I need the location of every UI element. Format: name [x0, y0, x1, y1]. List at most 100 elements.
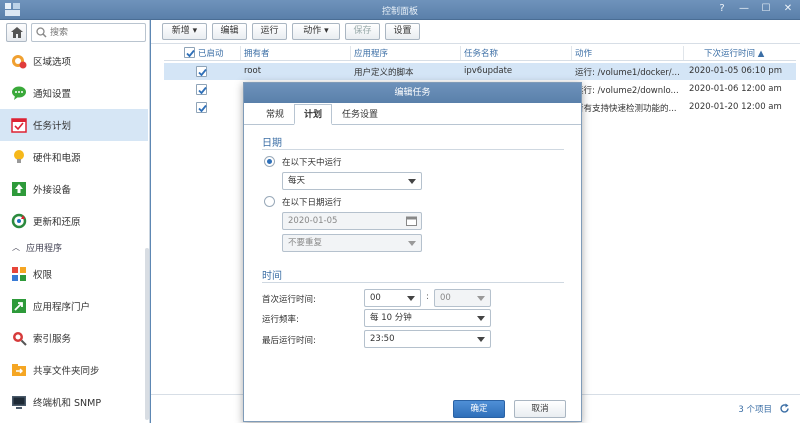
sidebar-item-label: 硬件和电源 — [33, 153, 81, 164]
run-button[interactable]: 运行 — [252, 23, 287, 40]
item-count: 3 个项目 — [738, 405, 772, 415]
chevron-down-icon — [408, 179, 416, 184]
frequency-select[interactable]: 每 10 分钟 — [364, 309, 491, 327]
calendar-check-icon — [11, 117, 27, 133]
sidebar-item-label: 应用程序门户 — [33, 302, 91, 313]
sidebar-item-label: 更新和还原 — [33, 217, 81, 228]
tab-task-settings[interactable]: 任务设置 — [332, 104, 388, 125]
row-application: 用户定义的脚本 — [354, 68, 414, 78]
row-enabled-checkbox[interactable] — [196, 84, 207, 95]
minimize-button[interactable]: — — [738, 3, 750, 14]
search-icon — [36, 27, 47, 38]
row-enabled-checkbox[interactable] — [196, 66, 207, 77]
maximize-button[interactable]: ☐ — [760, 3, 772, 14]
help-button[interactable]: ? — [716, 3, 728, 14]
col-enabled[interactable]: 已启动 — [198, 47, 224, 59]
radio-run-on-days-label: 在以下天中运行 — [282, 158, 342, 168]
sidebar-item-shared-folder-sync[interactable]: 共享文件夹同步 — [0, 354, 148, 386]
radio-run-on-date[interactable] — [264, 196, 275, 207]
search-input[interactable] — [50, 26, 140, 40]
chat-bubble-icon — [11, 85, 27, 101]
sidebar-scrollbar[interactable] — [145, 248, 149, 420]
row-next-run: 2020-01-06 12:00 am — [689, 84, 782, 94]
sidebar-item-label: 权限 — [33, 270, 53, 281]
sidebar-item-label: 通知设置 — [33, 89, 72, 100]
radio-run-on-date-label: 在以下日期运行 — [282, 198, 342, 208]
terminal-icon — [11, 394, 27, 410]
sidebar-item-terminal-snmp[interactable]: 终端机和 SNMP — [0, 386, 148, 418]
ok-button[interactable]: 确定 — [453, 400, 505, 418]
row-action: 运行: /volume1/docker/... — [575, 68, 680, 78]
save-button[interactable]: 保存 — [345, 23, 380, 40]
row-action: 所有支持快速检测功能的... — [575, 104, 677, 114]
days-select[interactable]: 每天 — [282, 172, 422, 190]
dialog-title: 编辑任务 — [244, 83, 581, 103]
settings-button[interactable]: 设置 — [385, 23, 420, 40]
first-run-hour-select[interactable]: 00 — [364, 289, 421, 307]
row-action: 运行: /volume2/downlo... — [575, 86, 679, 96]
home-button[interactable] — [6, 23, 27, 42]
sidebar-item-hardware-power[interactable]: 硬件和电源 — [0, 141, 148, 173]
globe-clock-icon — [11, 53, 27, 69]
date-input[interactable]: 2020-01-05 — [282, 212, 422, 230]
first-run-label: 首次运行时间: — [262, 295, 316, 305]
row-owner: root — [244, 66, 262, 76]
tab-general[interactable]: 常规 — [256, 104, 294, 125]
col-task-name[interactable]: 任务名称 — [464, 47, 498, 59]
last-run-select[interactable]: 23:50 — [364, 330, 491, 348]
first-run-minute-select[interactable]: 00 — [434, 289, 491, 307]
row-enabled-checkbox[interactable] — [196, 102, 207, 113]
sidebar-item-indexing[interactable]: 索引服务 — [0, 322, 148, 354]
sidebar-item-update-restore[interactable]: 更新和还原 — [0, 205, 148, 237]
refresh-icon[interactable] — [779, 403, 790, 414]
col-action[interactable]: 动作 — [575, 47, 592, 59]
repeat-select[interactable]: 不要重复 — [282, 234, 422, 252]
sidebar-item-notifications[interactable]: 通知设置 — [0, 77, 148, 109]
calendar-icon[interactable] — [406, 216, 417, 226]
magnifier-icon — [11, 330, 27, 346]
portal-arrow-icon — [11, 298, 27, 314]
table-row[interactable]: root 用户定义的脚本 ipv6update 运行: /volume1/doc… — [164, 63, 796, 80]
grid-header: 已启动 拥有者 应用程序 任务名称 动作 下次运行时间 ▲ — [164, 45, 796, 61]
select-all-checkbox[interactable] — [184, 47, 195, 58]
sidebar-item-label: 终端机和 SNMP — [33, 398, 102, 409]
sidebar-item-app-portal[interactable]: 应用程序门户 — [0, 290, 148, 322]
create-button[interactable]: 新增 ▾ — [162, 23, 207, 40]
sidebar-item-label: 外接设备 — [33, 185, 72, 196]
chevron-down-icon — [477, 316, 485, 321]
blocks-icon — [11, 266, 27, 282]
upload-arrow-icon — [11, 181, 27, 197]
close-button[interactable]: ✕ — [782, 3, 794, 14]
lightbulb-icon — [11, 149, 27, 165]
row-next-run: 2020-01-20 12:00 am — [689, 102, 782, 112]
row-next-run: 2020-01-05 06:10 pm — [689, 66, 782, 76]
toolbar: 新增 ▾ 编辑 运行 动作 ▾ 保存 设置 — [151, 20, 800, 44]
cancel-button[interactable]: 取消 — [514, 400, 566, 418]
row-task-name: ipv6update — [464, 66, 513, 76]
sidebar: 区域选项 通知设置 任务计划 硬件和电源 外接设备 — [0, 20, 150, 423]
home-icon — [11, 27, 23, 38]
edit-button[interactable]: 编辑 — [212, 23, 247, 40]
sidebar-item-privileges[interactable]: 权限 — [0, 258, 148, 290]
col-next-run[interactable]: 下次运行时间 ▲ — [704, 47, 764, 59]
sidebar-item-task-scheduler[interactable]: 任务计划 — [0, 109, 148, 141]
col-owner[interactable]: 拥有者 — [244, 47, 270, 59]
col-application[interactable]: 应用程序 — [354, 47, 388, 59]
date-section-title: 日期 — [262, 138, 282, 149]
sidebar-item-regional[interactable]: 区域选项 — [0, 45, 148, 77]
sidebar-item-label: 索引服务 — [33, 334, 72, 345]
sidebar-section-apps[interactable]: ︿ 应用程序 — [0, 237, 148, 258]
chevron-up-icon: ︿ — [12, 243, 20, 252]
window-titlebar: 控制面板 ? — ☐ ✕ — [0, 0, 800, 20]
edit-task-dialog: 编辑任务 常规 计划 任务设置 日期 在以下天中运行 每天 在以下日期运行 20… — [243, 82, 582, 422]
frequency-label: 运行频率: — [262, 315, 299, 325]
dialog-tabs: 常规 计划 任务设置 — [256, 104, 388, 125]
sidebar-item-external-devices[interactable]: 外接设备 — [0, 173, 148, 205]
sidebar-item-label: 区域选项 — [33, 57, 72, 68]
tab-schedule[interactable]: 计划 — [294, 104, 333, 125]
radio-run-on-days[interactable] — [264, 156, 275, 167]
chevron-down-icon — [477, 337, 485, 342]
action-button[interactable]: 动作 ▾ — [292, 23, 340, 40]
sidebar-search[interactable] — [31, 23, 146, 42]
time-section-title: 时间 — [262, 271, 282, 282]
